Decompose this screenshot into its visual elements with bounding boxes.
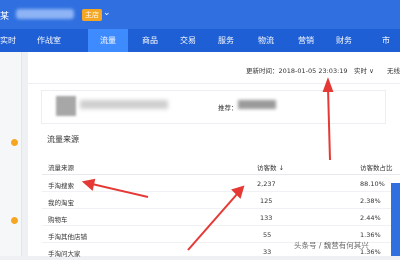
arrowhead-icon: [322, 77, 334, 92]
watermark: 头条号 / 魏营有何其兴: [294, 241, 369, 250]
arrow-to-update-time: [327, 87, 331, 161]
annotation-arrows: [81, 77, 334, 251]
arrow-to-source: [91, 183, 149, 198]
arrow-to-visitors: [187, 192, 239, 251]
arrowhead-icon: [81, 178, 96, 191]
